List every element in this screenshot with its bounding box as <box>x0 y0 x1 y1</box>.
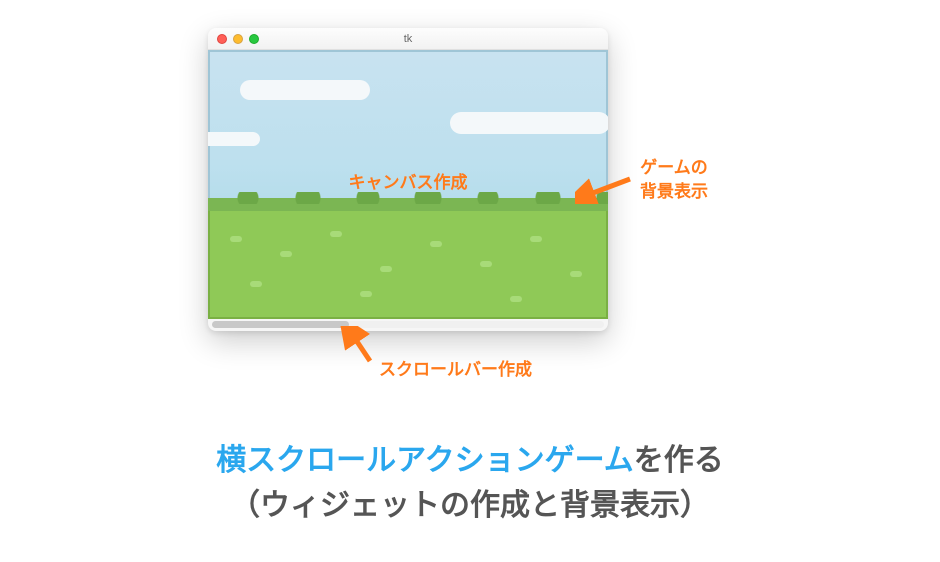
page-subtitle: （ウィジェットの作成と背景表示） <box>0 480 940 524</box>
cloud-shape <box>450 112 608 134</box>
annotation-scrollbar: スクロールバー作成 <box>379 358 532 382</box>
cloud-shape <box>240 80 370 100</box>
scrollbar-thumb[interactable] <box>212 321 349 328</box>
arrow-icon <box>340 326 380 364</box>
canvas-label: キャンバス作成 <box>349 168 468 193</box>
app-window: tk キャンバス作成 <box>208 28 608 331</box>
cloud-shape <box>208 132 260 146</box>
title-rest: を作る <box>634 444 724 477</box>
window-titlebar: tk <box>208 28 608 50</box>
horizontal-scrollbar[interactable] <box>212 321 604 328</box>
title-highlight: 横スクロールアクションゲーム <box>216 444 634 477</box>
window-title: tk <box>208 33 608 45</box>
arrow-icon <box>575 174 635 204</box>
annotation-background: ゲームの 背景表示 <box>640 156 708 204</box>
page-title: 横スクロールアクションゲームを作る <box>0 435 940 479</box>
grass-background <box>208 211 608 319</box>
